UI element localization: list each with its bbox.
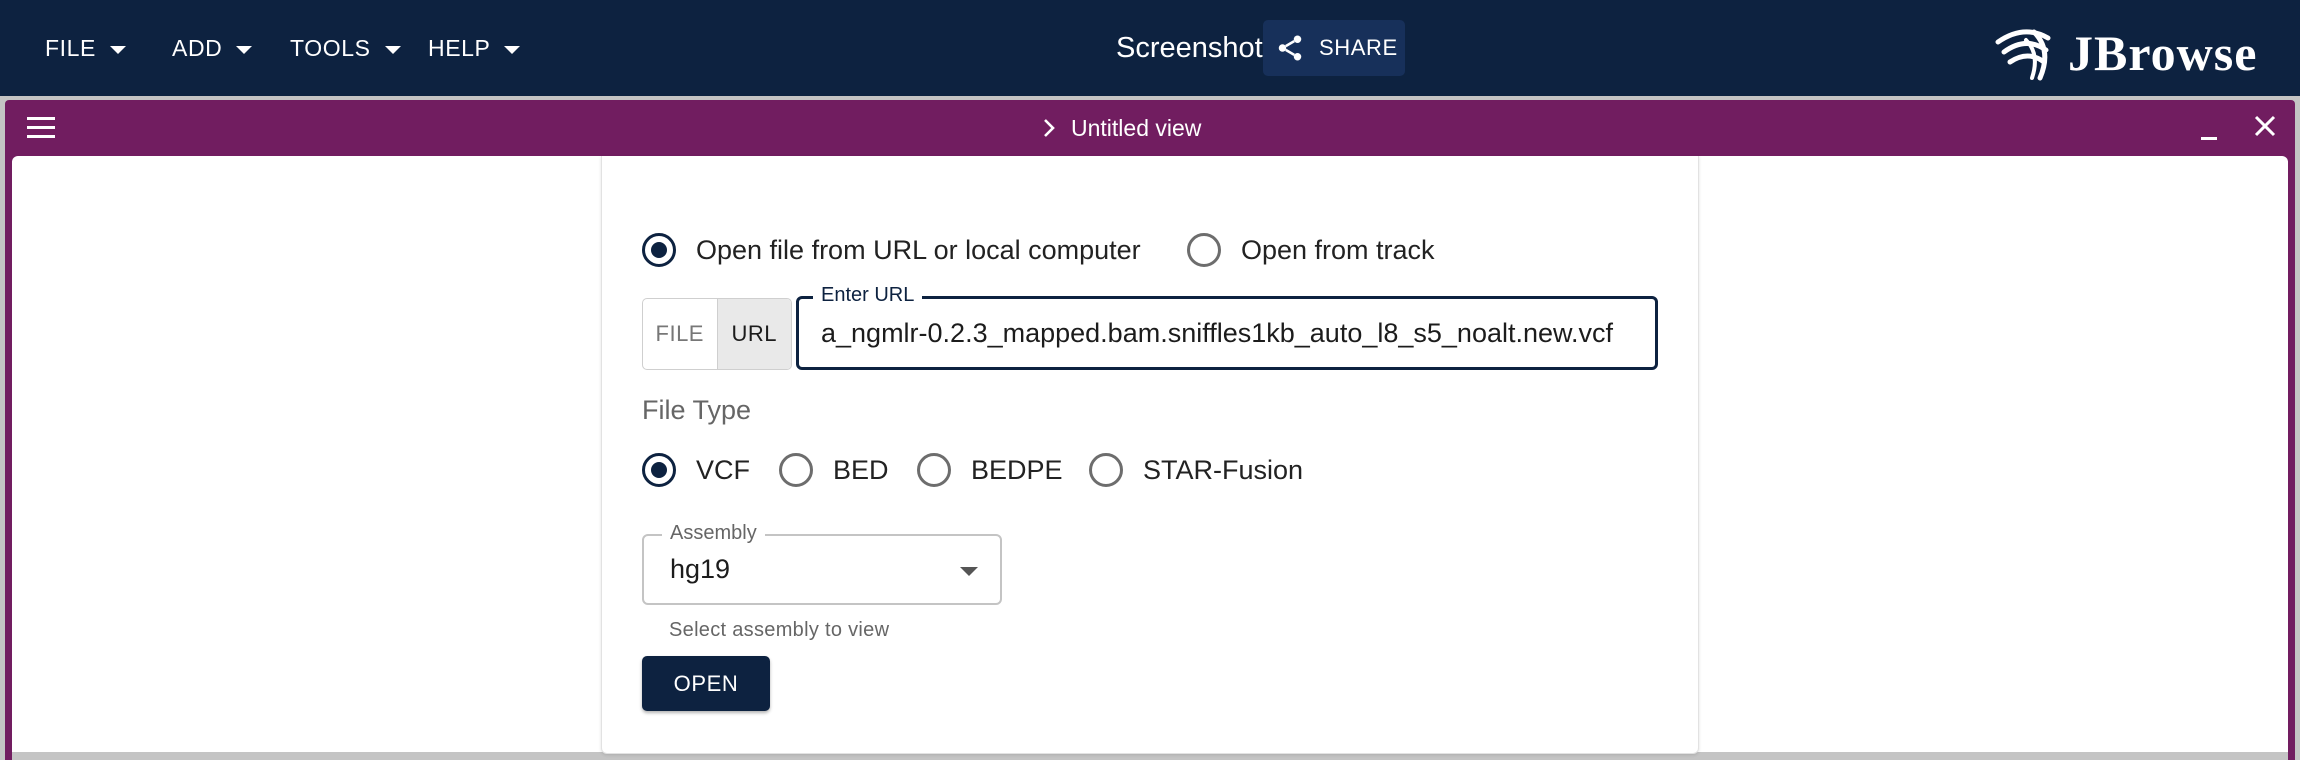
share-button[interactable]: SHARE	[1263, 20, 1405, 76]
assembly-helper-text: Select assembly to view	[669, 619, 890, 641]
menu-tools-label: TOOLS	[290, 34, 371, 61]
radio-bed-label: BED	[833, 454, 889, 485]
location-toggle: FILE URL	[642, 298, 792, 370]
url-field: Enter URL	[796, 282, 1658, 370]
assembly-value: hg19	[670, 554, 731, 584]
open-button[interactable]: OPEN	[642, 656, 770, 711]
session-title-text: Screenshot	[1116, 31, 1263, 64]
caret-down-icon	[384, 46, 401, 54]
radio-vcf[interactable]: VCF	[642, 453, 750, 487]
toggle-file[interactable]: FILE	[643, 299, 717, 369]
radio-unselected-icon[interactable]	[917, 453, 951, 487]
radio-bedpe[interactable]: BEDPE	[917, 453, 1063, 487]
radio-selected-icon[interactable]	[642, 453, 676, 487]
session-title[interactable]: Screenshot	[1116, 0, 1263, 96]
jbrowse-logo: JBrowse	[1990, 20, 2257, 86]
view-title[interactable]: Untitled view	[1041, 100, 1201, 156]
url-input[interactable]	[799, 299, 1655, 367]
radio-vcf-label: VCF	[696, 454, 750, 485]
radio-bedpe-label: BEDPE	[971, 454, 1063, 485]
radio-unselected-icon[interactable]	[1089, 453, 1123, 487]
radio-unselected-icon[interactable]	[779, 453, 813, 487]
view-title-text: Untitled view	[1071, 114, 1202, 141]
assembly-select[interactable]: Assembly hg19	[642, 520, 1002, 605]
menu-file-label: FILE	[45, 34, 96, 61]
caret-down-icon	[960, 567, 978, 576]
minimize-icon[interactable]	[2195, 114, 2221, 142]
toggle-url[interactable]: URL	[716, 299, 791, 369]
jbrowse-logo-icon	[1995, 29, 2051, 81]
radio-star-fusion-label: STAR-Fusion	[1143, 454, 1304, 485]
radio-open-file-label: Open file from URL or local computer	[696, 234, 1141, 265]
view-menu-icon[interactable]	[27, 117, 55, 139]
radio-open-track-label: Open from track	[1241, 234, 1435, 265]
menu-help[interactable]: HELP	[428, 0, 521, 96]
caret-down-icon	[109, 46, 126, 54]
menu-add[interactable]: ADD	[172, 0, 253, 96]
radio-unselected-icon[interactable]	[1187, 233, 1221, 267]
file-type-label: File Type	[642, 395, 752, 425]
radio-open-track[interactable]: Open from track	[1187, 233, 1435, 267]
share-button-label: SHARE	[1319, 35, 1398, 60]
app-bar: FILE ADD TOOLS HELP Screenshot SHARE JBr…	[0, 0, 2300, 96]
menu-add-label: ADD	[172, 34, 223, 61]
share-icon	[1278, 35, 1302, 61]
view-header: Untitled view	[5, 100, 2295, 156]
menu-file[interactable]: FILE	[45, 0, 126, 96]
chevron-right-icon	[1044, 119, 1055, 137]
radio-open-file[interactable]: Open file from URL or local computer	[642, 233, 1141, 267]
caret-down-icon	[504, 46, 521, 54]
logo-text: JBrowse	[2068, 25, 2258, 81]
radio-star-fusion[interactable]: STAR-Fusion	[1089, 453, 1303, 487]
menu-help-label: HELP	[428, 34, 491, 61]
radio-bed[interactable]: BED	[779, 453, 889, 487]
menu-tools[interactable]: TOOLS	[290, 0, 401, 96]
close-icon[interactable]	[2251, 112, 2279, 140]
radio-selected-icon[interactable]	[642, 233, 676, 267]
caret-down-icon	[236, 46, 253, 54]
